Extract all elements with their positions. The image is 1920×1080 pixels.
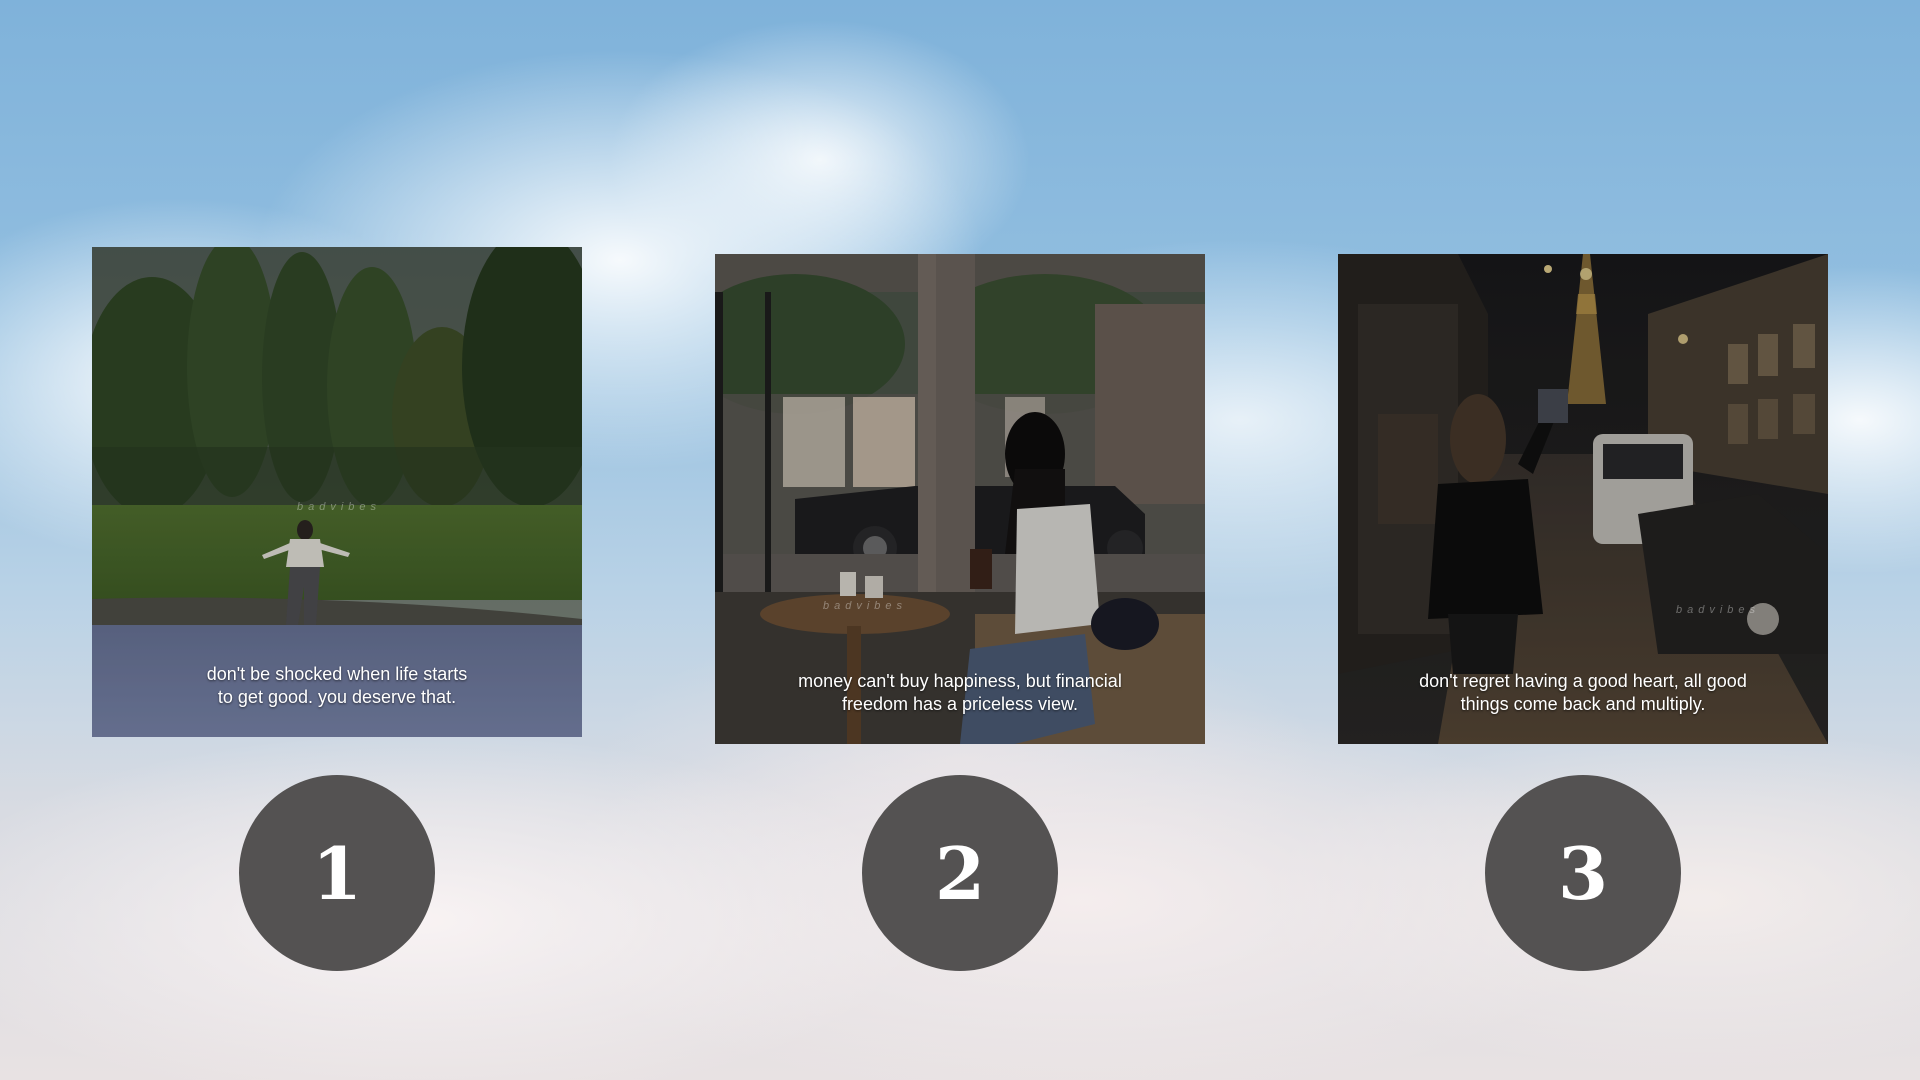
- caption-line: don't regret having a good heart, all go…: [1419, 671, 1747, 691]
- caption-line: to get good. you deserve that.: [217, 687, 457, 707]
- caption-line: don't be shocked when life starts: [206, 664, 468, 684]
- caption-line: freedom has a priceless view.: [841, 694, 1079, 714]
- watermark: badvibes: [823, 600, 908, 612]
- quote-image-2[interactable]: badvibes money can't buy happiness, but …: [715, 254, 1205, 744]
- caption-line: things come back and multiply.: [1460, 694, 1706, 714]
- quote-image-3[interactable]: badvibes don't regret having a good hear…: [1338, 254, 1828, 744]
- quote-caption: don't be shocked when life starts to get…: [112, 663, 562, 709]
- caption-line: money can't buy happiness, but financial: [798, 671, 1122, 691]
- watermark: badvibes: [297, 501, 382, 513]
- quote-caption: don't regret having a good heart, all go…: [1358, 670, 1808, 716]
- number-badge-2[interactable]: 2: [862, 775, 1058, 971]
- quote-caption: money can't buy happiness, but financial…: [735, 670, 1185, 716]
- number-badge-3[interactable]: 3: [1485, 775, 1681, 971]
- quote-image-1[interactable]: badvibes don't be shocked when life star…: [92, 247, 582, 737]
- watermark: badvibes: [1676, 604, 1761, 616]
- number-badge-1[interactable]: 1: [239, 775, 435, 971]
